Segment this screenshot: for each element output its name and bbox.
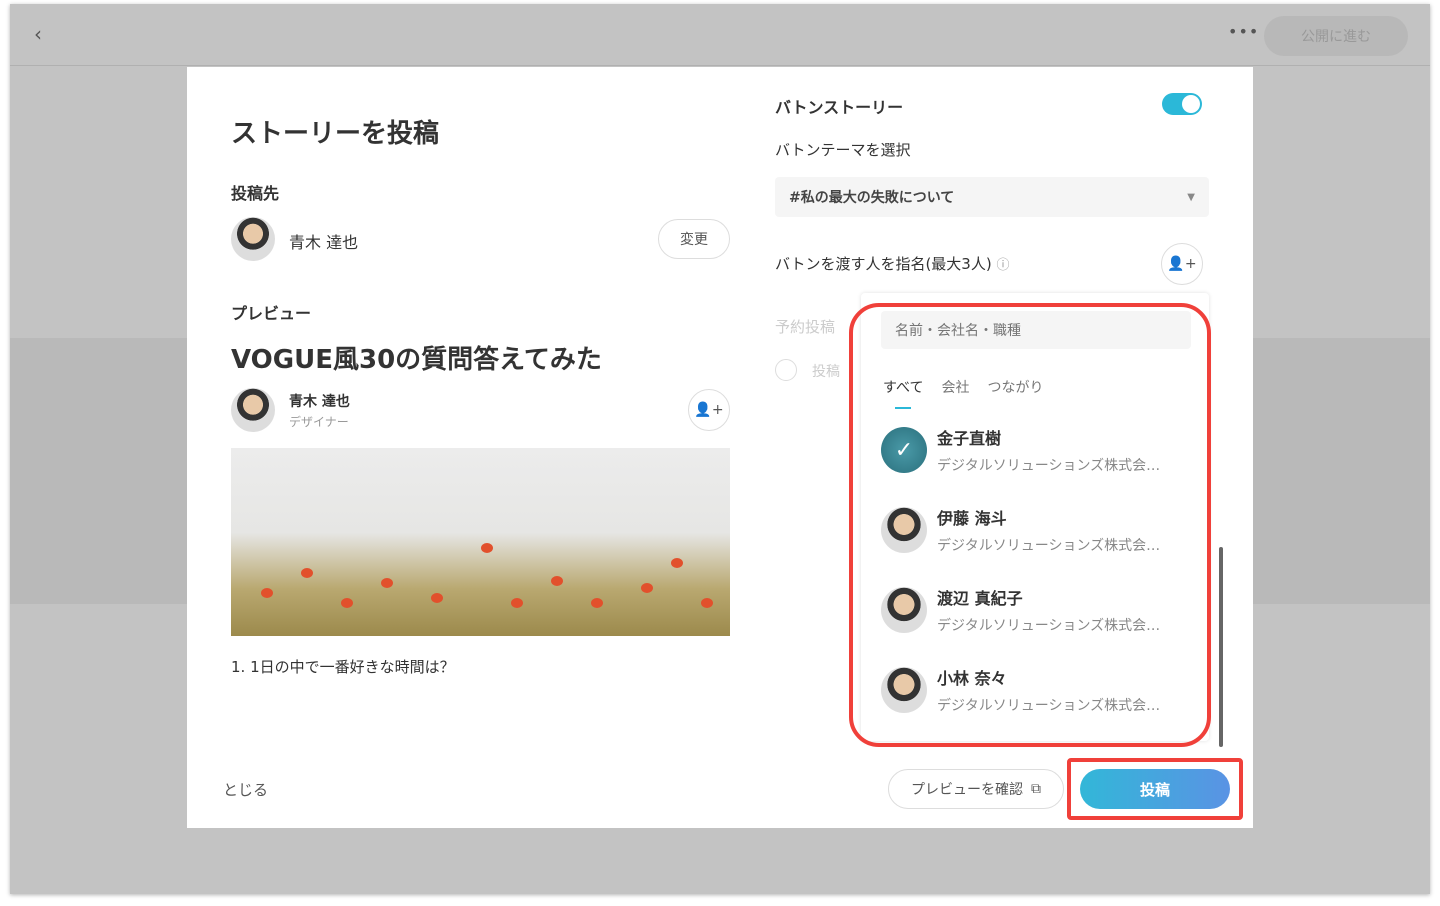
info-icon[interactable]: ⓘ xyxy=(996,258,1009,273)
schedule-radio[interactable] xyxy=(775,359,797,381)
baton-story-label: バトンストーリー xyxy=(775,98,904,117)
close-link[interactable]: とじる xyxy=(223,779,268,800)
highlight-box-picker xyxy=(849,303,1211,747)
baton-story-toggle[interactable] xyxy=(1162,93,1202,115)
external-link-icon: ⧉ xyxy=(1031,781,1041,797)
author-avatar xyxy=(231,388,275,432)
story-title: VOGUE風30の質問答えてみた xyxy=(231,345,602,375)
back-chevron-icon[interactable]: ‹ xyxy=(34,22,42,46)
preview-button[interactable]: プレビューを確認 ⧉ xyxy=(888,769,1064,809)
top-bar: ‹ ••• 公開に進む xyxy=(10,4,1430,66)
post-story-modal: ストーリーを投稿 投稿先 青木 達也 変更 プレビュー VOGUE風30の質問答… xyxy=(187,67,1253,828)
caret-down-icon: ▼ xyxy=(1187,191,1195,203)
question-text: 1. 1日の中で一番好きな時間は？ xyxy=(231,658,455,676)
change-button[interactable]: 変更 xyxy=(658,219,730,259)
highlight-box-post xyxy=(1067,758,1243,820)
follow-user-plus-icon[interactable]: 👤+ xyxy=(688,389,730,431)
more-options-icon[interactable]: ••• xyxy=(1228,22,1259,41)
publish-button[interactable]: 公開に進む xyxy=(1264,16,1408,56)
schedule-option: 投稿 xyxy=(812,364,840,380)
destination-avatar xyxy=(231,217,275,261)
schedule-label: 予約投稿 xyxy=(775,318,836,336)
story-cover-image xyxy=(231,448,730,636)
scrollbar[interactable] xyxy=(1219,547,1223,747)
theme-value: #私の最大の失敗について xyxy=(789,190,955,206)
theme-label: バトンテーマを選択 xyxy=(775,141,911,159)
destination-label: 投稿先 xyxy=(231,184,280,203)
add-person-icon[interactable]: 👤+ xyxy=(1161,243,1203,285)
preview-label: プレビュー xyxy=(231,304,312,323)
nominate-label: バトンを渡す人を指名(最大3人) ⓘ xyxy=(775,253,1010,274)
modal-title: ストーリーを投稿 xyxy=(231,119,440,149)
destination-user: 青木 達也 xyxy=(289,233,359,252)
author-name: 青木 達也 xyxy=(289,394,350,410)
author-role: デザイナー xyxy=(289,415,349,429)
nominate-text: バトンを渡す人を指名(最大3人) xyxy=(775,255,992,273)
preview-button-label: プレビューを確認 xyxy=(911,782,1023,798)
theme-select[interactable]: #私の最大の失敗について ▼ xyxy=(775,177,1209,217)
